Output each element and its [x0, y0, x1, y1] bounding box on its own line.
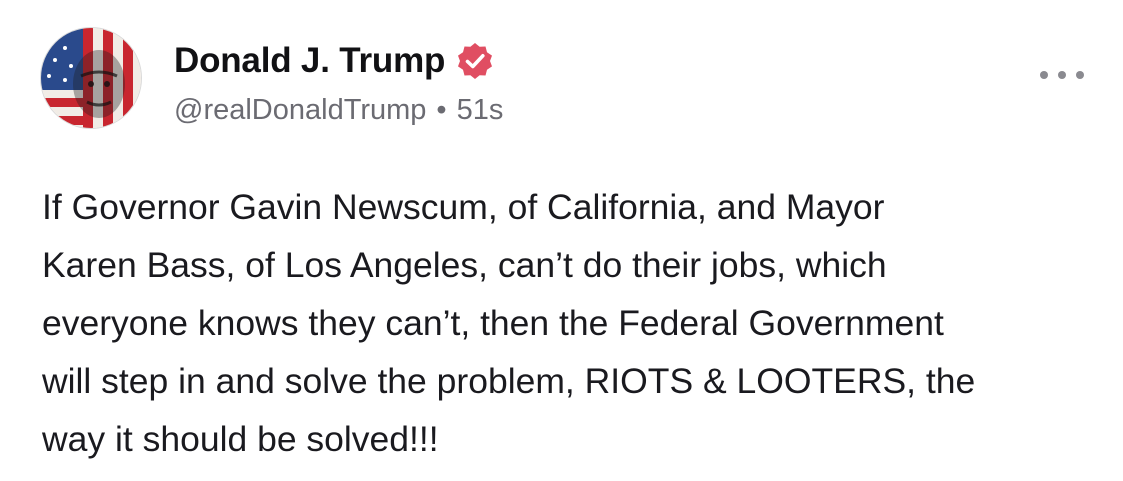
meta-separator: • — [436, 93, 447, 126]
post-text-line: If Governor Gavin Newscum, of California… — [42, 187, 885, 227]
author-handle[interactable]: @realDonaldTrump — [174, 94, 426, 127]
avatar-flag-portrait-icon — [41, 28, 141, 128]
more-dot — [1058, 71, 1066, 79]
author-row: Donald J. Trump — [174, 38, 495, 84]
more-options-icon[interactable] — [1040, 62, 1084, 88]
more-dot — [1040, 71, 1048, 79]
avatar[interactable] — [40, 27, 142, 129]
post-text-line: way it should be solved!!! — [42, 419, 439, 459]
post-card: Donald J. Trump @realDonaldTrump • 51s I… — [0, 0, 1123, 481]
author-meta-row: @realDonaldTrump • 51s — [174, 90, 503, 130]
verified-badge-icon — [455, 41, 495, 81]
post-timestamp[interactable]: 51s — [457, 94, 504, 127]
author-display-name[interactable]: Donald J. Trump — [174, 41, 445, 81]
post-text-line: Karen Bass, of Los Angeles, can’t do the… — [42, 245, 887, 285]
more-dot — [1076, 71, 1084, 79]
post-text: If Governor Gavin Newscum, of California… — [42, 178, 1102, 468]
post-text-line: will step in and solve the problem, RIOT… — [42, 361, 976, 401]
post-text-line: everyone knows they can’t, then the Fede… — [42, 303, 944, 343]
